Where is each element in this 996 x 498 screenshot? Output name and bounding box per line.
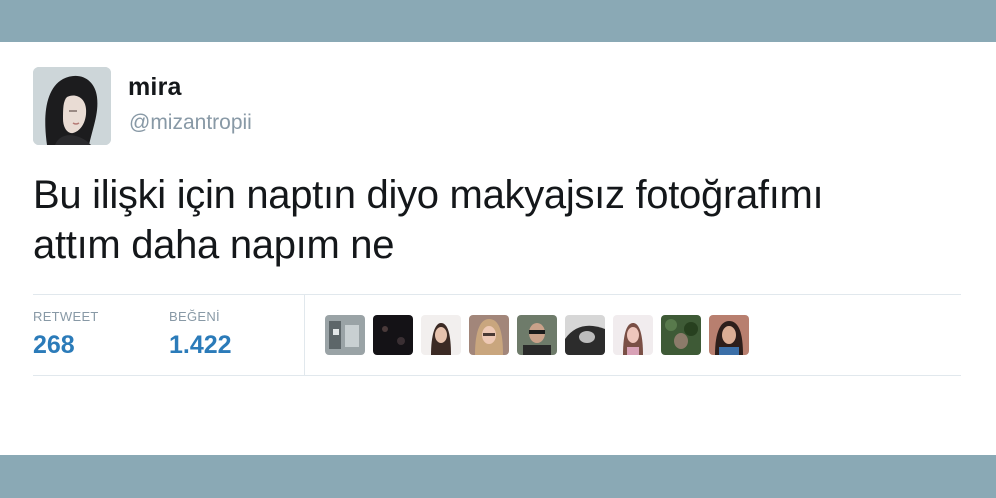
top-band [0, 0, 996, 42]
liker-avatar[interactable] [661, 315, 701, 355]
author-handle[interactable]: @mizantropii [129, 111, 252, 135]
tweet-text-line: attım daha napım ne [33, 223, 395, 267]
liker-avatar[interactable] [709, 315, 749, 355]
user-avatar-icon [33, 67, 111, 145]
like-stat[interactable]: BEĞENİ 1.422 [169, 309, 232, 360]
like-count: 1.422 [169, 331, 232, 359]
tweet-text: Bu ilişki için naptın diyo makyajsız fot… [33, 170, 933, 270]
like-label: BEĞENİ [169, 309, 220, 324]
liker-avatar[interactable] [373, 315, 413, 355]
retweet-stat[interactable]: RETWEET 268 [33, 309, 99, 360]
liker-avatar[interactable] [613, 315, 653, 355]
page: mira @mizantropii Bu ilişki için naptın … [0, 0, 996, 498]
tweet-card: mira @mizantropii Bu ilişki için naptın … [0, 42, 996, 455]
retweet-label: RETWEET [33, 309, 99, 324]
tweet-text-line: Bu ilişki için naptın diyo makyajsız fot… [33, 173, 824, 217]
tweet-stats: RETWEET 268 BEĞENİ 1.422 [33, 294, 961, 376]
liker-avatar[interactable] [517, 315, 557, 355]
retweet-count: 268 [33, 331, 75, 359]
stats-divider [304, 295, 305, 375]
liker-avatar[interactable] [469, 315, 509, 355]
liker-avatar[interactable] [565, 315, 605, 355]
author-display-name[interactable]: mira [128, 73, 182, 102]
liker-avatar[interactable] [325, 315, 365, 355]
author-avatar[interactable] [33, 67, 111, 145]
liker-avatar[interactable] [421, 315, 461, 355]
bottom-band [0, 455, 996, 498]
